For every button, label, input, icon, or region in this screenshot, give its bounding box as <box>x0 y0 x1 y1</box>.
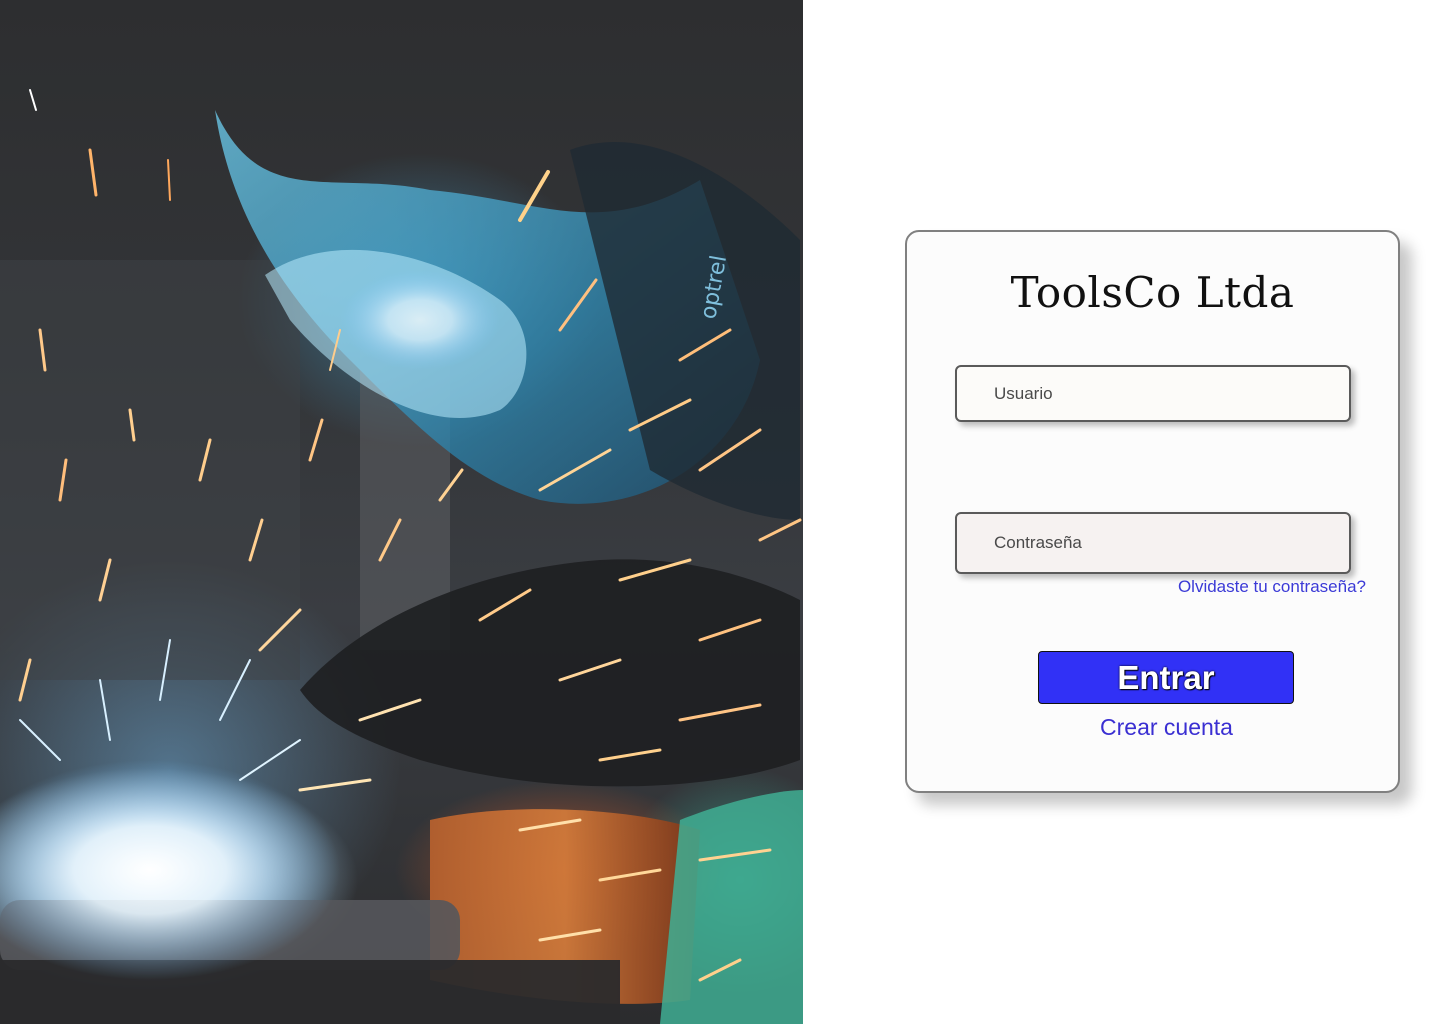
password-input[interactable] <box>955 512 1351 574</box>
forgot-password-link[interactable]: Olvidaste tu contraseña? <box>1178 577 1366 597</box>
login-card: ToolsCo Ltda Olvidaste tu contraseña? En… <box>905 230 1400 793</box>
hero-welding-photo: optrel <box>0 0 803 1024</box>
username-input[interactable] <box>955 365 1351 422</box>
login-submit-button[interactable]: Entrar <box>1038 651 1294 704</box>
welding-scene-illustration: optrel <box>0 89 803 1024</box>
brand-title: ToolsCo Ltda <box>1010 268 1295 317</box>
create-account-link[interactable]: Crear cuenta <box>907 714 1426 741</box>
